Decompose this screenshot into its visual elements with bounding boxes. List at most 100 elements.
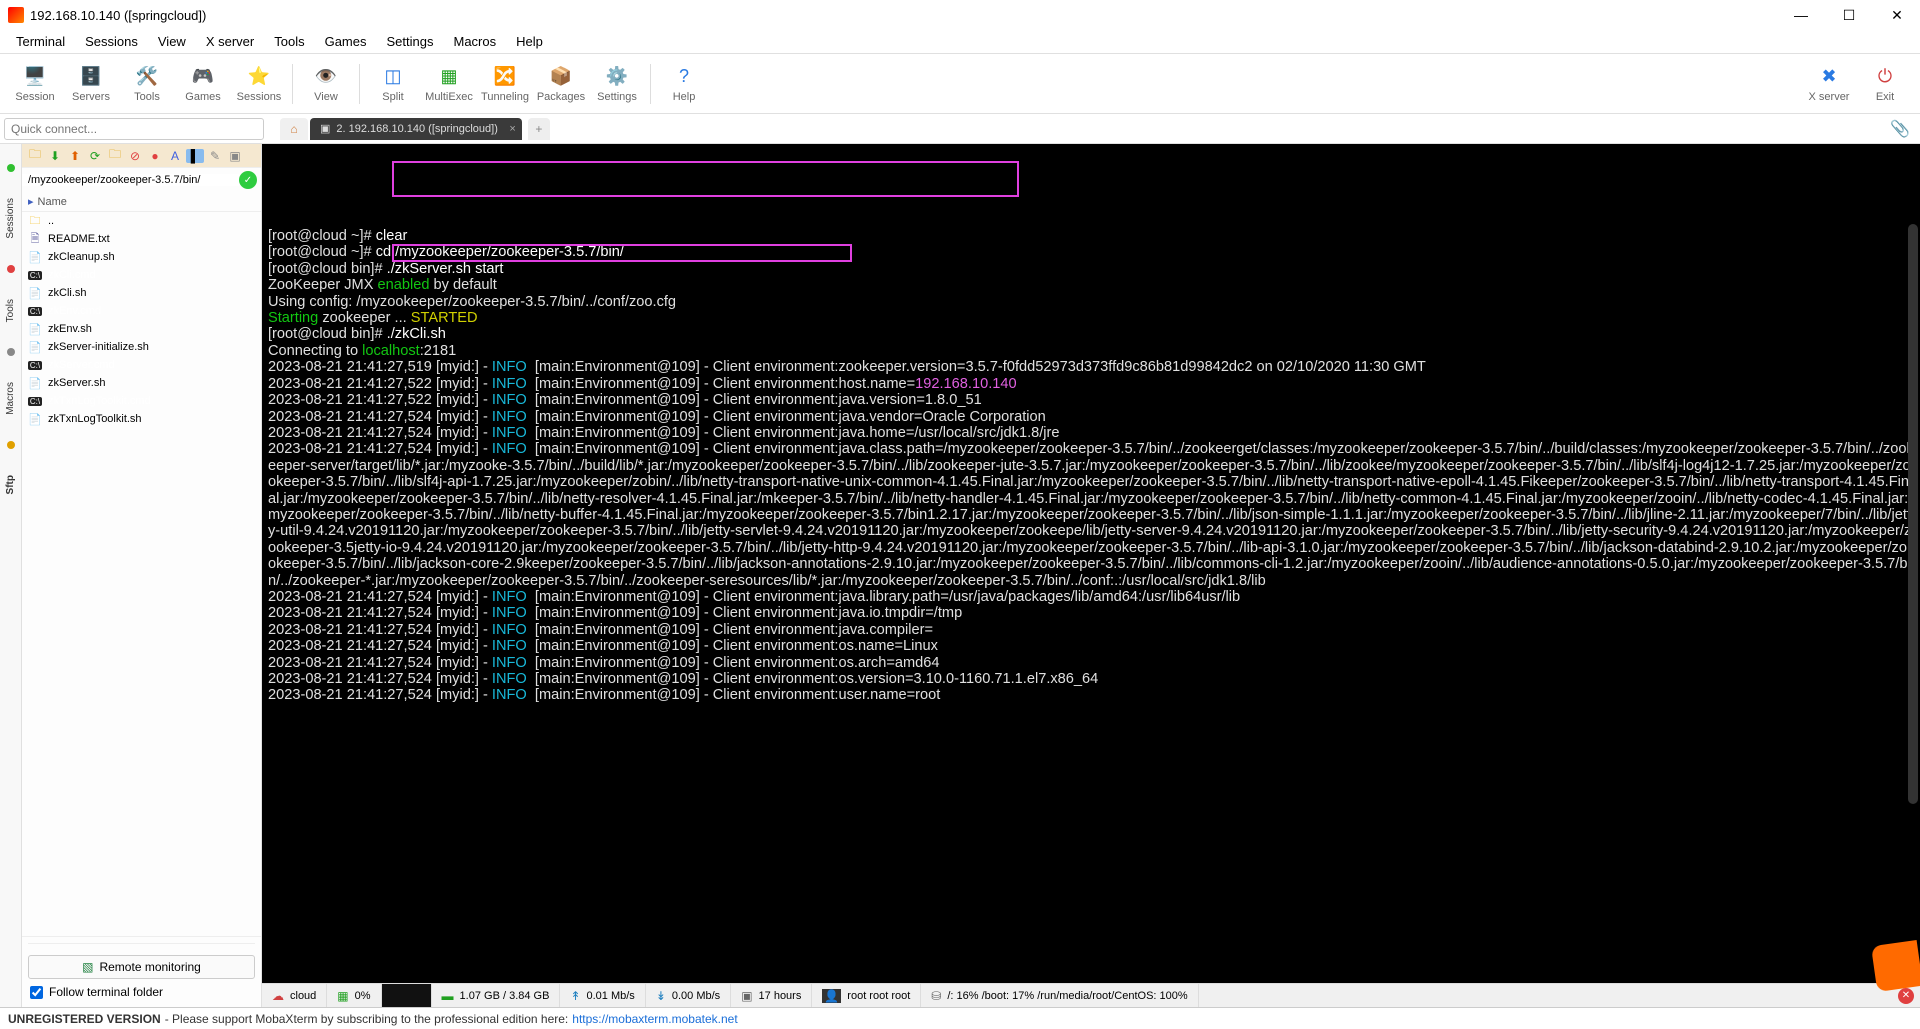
download-icon[interactable]: ⬇ bbox=[46, 149, 64, 163]
sftp-panel-footer: ▧ Remote monitoring Follow terminal fold… bbox=[22, 936, 261, 1007]
toolbar-multiexec[interactable]: ▦MultiExec bbox=[422, 65, 476, 103]
toolbar-split[interactable]: ◫Split bbox=[366, 65, 420, 103]
maximize-button[interactable]: ☐ bbox=[1834, 7, 1864, 24]
edit-icon[interactable]: ✎ bbox=[206, 149, 224, 163]
quick-connect-input[interactable] bbox=[4, 118, 264, 140]
file-item[interactable]: C:\zkCli.cmd bbox=[22, 266, 261, 284]
menu-tools[interactable]: Tools bbox=[266, 32, 312, 51]
file-item[interactable]: 📄zkTxnLogToolkit.sh bbox=[22, 410, 261, 428]
menu-x-server[interactable]: X server bbox=[198, 32, 262, 51]
terminal-output[interactable]: [root@cloud ~]# clear[root@cloud ~]# cd … bbox=[262, 144, 1920, 983]
file-item[interactable]: C:\zkServer.cmd bbox=[22, 356, 261, 374]
toolbar-view[interactable]: 👁️View bbox=[299, 65, 353, 103]
window-title: 192.168.10.140 ([springcloud]) bbox=[30, 8, 1786, 23]
toolbar-tools[interactable]: 🛠️Tools bbox=[120, 65, 174, 103]
sidetab-sessions[interactable]: Sessions bbox=[3, 192, 18, 245]
file-item[interactable]: 🗎README.txt bbox=[22, 230, 261, 248]
chevron-icon: ▸ bbox=[28, 195, 34, 208]
newfile-icon[interactable]: ● bbox=[146, 149, 164, 163]
sftp-path-row: ✓ bbox=[22, 168, 261, 192]
bullet-icon bbox=[7, 348, 15, 356]
newfolder-icon[interactable]: 🗀 bbox=[106, 145, 124, 166]
terminal-scrollbar[interactable] bbox=[1908, 224, 1918, 804]
toolbar-games[interactable]: 🎮Games bbox=[176, 65, 230, 103]
quick-connect-row: ⌂ ▣ 2. 192.168.10.140 ([springcloud]) × … bbox=[0, 114, 1920, 144]
monitor-icon: ▧ bbox=[82, 960, 93, 974]
status-memory: ▬1.07 GB / 3.84 GB bbox=[432, 984, 561, 1007]
sidetab-sftp[interactable]: Sftp bbox=[3, 469, 18, 500]
close-tab-icon[interactable]: × bbox=[509, 123, 515, 135]
session-tab[interactable]: ▣ 2. 192.168.10.140 ([springcloud]) × bbox=[310, 118, 522, 140]
menu-macros[interactable]: Macros bbox=[445, 32, 504, 51]
menu-terminal[interactable]: Terminal bbox=[8, 32, 73, 51]
sftp-panel: 🗀 ⬇ ⬆ ⟳ 🗀 ⊘ ● A ▌ ✎ ▣ ✓ ▸ Name 🗀..🗎READM… bbox=[22, 144, 262, 1007]
toolbar-session[interactable]: 🖥️Session bbox=[8, 65, 62, 103]
folder-icon: 🗀 bbox=[28, 212, 42, 231]
close-button[interactable]: ✕ bbox=[1882, 7, 1912, 24]
menu-sessions[interactable]: Sessions bbox=[77, 32, 146, 51]
txt-icon: 🗎 bbox=[28, 230, 42, 249]
upload-icon[interactable]: ⬆ bbox=[66, 149, 84, 163]
file-item[interactable]: C:\zkEnv.cmd bbox=[22, 302, 261, 320]
toolbar-servers[interactable]: 🗄️Servers bbox=[64, 65, 118, 103]
sidetab-tools[interactable]: Tools bbox=[3, 293, 18, 328]
sessions-icon: ⭐ bbox=[247, 65, 271, 89]
toolbar-sessions[interactable]: ⭐Sessions bbox=[232, 65, 286, 103]
help-icon: ? bbox=[672, 65, 696, 89]
toggle-icon[interactable]: ▌ bbox=[186, 149, 204, 163]
remote-monitoring-button[interactable]: ▧ Remote monitoring bbox=[28, 955, 255, 979]
file-item[interactable]: 📄zkEnv.sh bbox=[22, 320, 261, 338]
refresh-icon[interactable]: ⟳ bbox=[86, 149, 104, 163]
bullet-icon bbox=[7, 441, 15, 449]
tab-strip: ⌂ ▣ 2. 192.168.10.140 ([springcloud]) × … bbox=[268, 118, 1886, 140]
toolbar-packages[interactable]: 📦Packages bbox=[534, 65, 588, 103]
menu-games[interactable]: Games bbox=[317, 32, 375, 51]
file-item[interactable]: C:\zkTxnLogToolkit.cmd bbox=[22, 392, 261, 410]
tab-label: 2. 192.168.10.140 ([springcloud]) bbox=[336, 123, 497, 135]
file-item[interactable]: 🗀.. bbox=[22, 212, 261, 230]
sftp-header[interactable]: ▸ Name bbox=[22, 192, 261, 212]
sidetab-macros[interactable]: Macros bbox=[3, 376, 18, 421]
terminal-icon: ▣ bbox=[320, 122, 330, 135]
menu-help[interactable]: Help bbox=[508, 32, 551, 51]
toolbar-tunneling[interactable]: 🔀Tunneling bbox=[478, 65, 532, 103]
settings-icon: ⚙️ bbox=[605, 65, 629, 89]
file-item[interactable]: 📄zkCleanup.sh bbox=[22, 248, 261, 266]
footer-link[interactable]: https://mobaxterm.mobatek.net bbox=[572, 1012, 737, 1026]
cmd-icon: C:\ bbox=[28, 361, 42, 370]
file-item[interactable]: 📄zkServer-initialize.sh bbox=[22, 338, 261, 356]
delete-icon[interactable]: ⊘ bbox=[126, 149, 144, 163]
folder-icon[interactable]: 🗀 bbox=[26, 145, 44, 166]
toolbar-x server[interactable]: ✖X server bbox=[1802, 65, 1856, 103]
view-icon: 👁️ bbox=[314, 65, 338, 89]
toolbar-help[interactable]: ?Help bbox=[657, 65, 711, 103]
rename-icon[interactable]: A bbox=[166, 149, 184, 163]
main-area: Sessions Tools Macros Sftp 🗀 ⬇ ⬆ ⟳ 🗀 ⊘ ●… bbox=[0, 144, 1920, 1007]
toolbar-exit[interactable]: ⏻Exit bbox=[1858, 65, 1912, 103]
file-item[interactable]: 📄zkCli.sh bbox=[22, 284, 261, 302]
toolbar-settings[interactable]: ⚙️Settings bbox=[590, 65, 644, 103]
menu-settings[interactable]: Settings bbox=[379, 32, 442, 51]
cmd-icon: C:\ bbox=[28, 271, 42, 280]
follow-label: Follow terminal folder bbox=[49, 985, 163, 999]
menu-view[interactable]: View bbox=[150, 32, 194, 51]
bullet-icon bbox=[7, 164, 15, 172]
follow-terminal-checkbox[interactable]: Follow terminal folder bbox=[28, 983, 255, 1001]
file-item[interactable]: 📄zkServer.sh bbox=[22, 374, 261, 392]
side-tabs: Sessions Tools Macros Sftp bbox=[0, 144, 22, 1007]
follow-checkbox-input[interactable] bbox=[30, 986, 43, 999]
sh-icon: 📄 bbox=[28, 287, 42, 300]
terminal-icon[interactable]: ▣ bbox=[226, 149, 244, 163]
footer: UNREGISTERED VERSION - Please support Mo… bbox=[0, 1007, 1920, 1029]
cmd-icon: C:\ bbox=[28, 307, 42, 316]
attach-icon[interactable]: 📎 bbox=[1890, 119, 1910, 139]
sftp-path-input[interactable] bbox=[22, 174, 239, 186]
new-tab-button[interactable]: + bbox=[528, 118, 550, 140]
cmd-icon: C:\ bbox=[28, 397, 42, 406]
sh-icon: 📄 bbox=[28, 413, 42, 426]
home-tab[interactable]: ⌂ bbox=[280, 118, 308, 140]
minimize-button[interactable]: ― bbox=[1786, 7, 1816, 24]
status-cpu: ▦0% bbox=[327, 984, 381, 1007]
terminal-pane: [root@cloud ~]# clear[root@cloud ~]# cd … bbox=[262, 144, 1920, 1007]
statusbar-close-icon[interactable]: ✕ bbox=[1898, 988, 1914, 1004]
